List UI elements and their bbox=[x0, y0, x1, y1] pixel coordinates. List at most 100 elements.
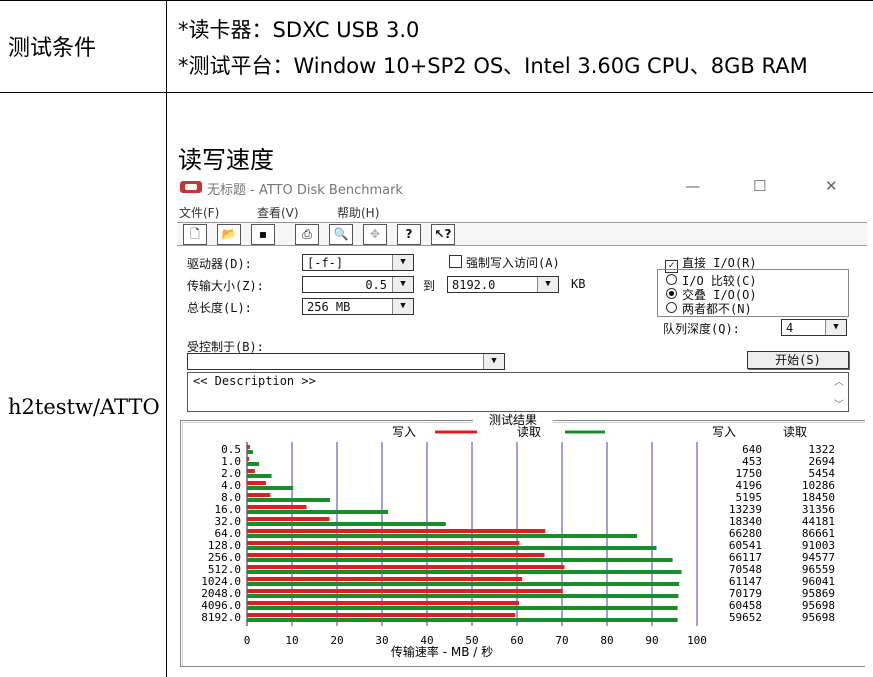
bar-write bbox=[247, 553, 545, 557]
bar-write bbox=[247, 541, 520, 545]
row-label-test-conditions: 测试条件 bbox=[8, 36, 97, 61]
table-row-divider bbox=[0, 92, 873, 93]
atto-window: 无标题 - ATTO Disk Benchmark — ☐ ✕ 文件(F) 查看… bbox=[177, 175, 867, 667]
move-icon[interactable]: ✥ bbox=[363, 224, 387, 245]
bar-read bbox=[247, 474, 272, 478]
radio-neither-label: 两者都不(N) bbox=[682, 302, 752, 316]
context-help-icon[interactable]: ↖? bbox=[431, 224, 455, 245]
open-icon[interactable]: 📂 bbox=[217, 224, 241, 245]
window-title: 无标题 - ATTO Disk Benchmark bbox=[207, 183, 403, 198]
print-icon[interactable]: ⎙ bbox=[295, 224, 319, 245]
start-button[interactable]: 开始(S) bbox=[747, 351, 849, 369]
x-tick-label: 80 bbox=[600, 634, 613, 647]
direct-io-label: 直接 I/O(R) bbox=[682, 256, 757, 270]
legend-read-label: 读取 bbox=[517, 425, 541, 439]
io-mode-group: I/O 比较(C) 交叠 I/O(O) 两者都不(N) bbox=[657, 269, 849, 317]
bar-read bbox=[247, 618, 678, 622]
drive-label: 驱动器(D): bbox=[187, 257, 252, 271]
transfer-to-value: 8192.0 bbox=[452, 278, 496, 292]
scroll-down-icon[interactable]: ﹀ bbox=[834, 396, 844, 411]
radio-io-compare-dot[interactable] bbox=[666, 274, 677, 285]
toolbar: 🗋 📂 ▪ ⎙ 🔍 ✥ ? ↖? bbox=[177, 222, 867, 246]
bar-read bbox=[247, 522, 446, 526]
transfer-from-select[interactable]: 0.5 ▼ bbox=[302, 276, 414, 293]
chevron-down-icon: ▼ bbox=[392, 299, 413, 314]
radio-overlapped-io-dot[interactable] bbox=[666, 288, 677, 299]
queue-depth-label: 队列深度(Q): bbox=[663, 322, 740, 336]
section-title: 读写速度 bbox=[178, 146, 274, 174]
transfer-from-value: 0.5 bbox=[365, 278, 387, 292]
kb-label: KB bbox=[571, 277, 586, 291]
bar-write bbox=[247, 469, 255, 473]
column-header-write: 写入 bbox=[712, 425, 736, 439]
menu-help[interactable]: 帮助(H) bbox=[337, 204, 379, 221]
x-tick-label: 30 bbox=[375, 634, 388, 647]
total-length-label: 总长度(L): bbox=[187, 301, 252, 315]
print-preview-icon[interactable]: 🔍 bbox=[329, 224, 353, 245]
bar-write bbox=[247, 577, 523, 581]
force-write-label: 强制写入访问(A) bbox=[466, 256, 560, 270]
queue-depth-select[interactable]: 4 ▼ bbox=[781, 319, 847, 336]
bar-write bbox=[247, 457, 250, 461]
bar-write bbox=[247, 613, 516, 617]
row-label-tools: h2testw/ATTO bbox=[8, 395, 160, 419]
value-write: 59652 bbox=[729, 611, 762, 624]
bar-write bbox=[247, 445, 250, 449]
bar-read bbox=[247, 534, 637, 538]
total-length-select[interactable]: 256 MB ▼ bbox=[302, 298, 414, 315]
drive-select[interactable]: [-f-] ▼ bbox=[302, 254, 414, 271]
force-write-box[interactable] bbox=[449, 255, 462, 268]
bar-read bbox=[247, 558, 673, 562]
drive-value: [-f-] bbox=[307, 256, 344, 270]
maximize-button[interactable]: ☐ bbox=[753, 177, 766, 195]
force-write-checkbox[interactable]: 强制写入访问(A) bbox=[449, 254, 560, 271]
value-read: 95698 bbox=[802, 611, 835, 624]
description-text: << Description >> bbox=[193, 374, 316, 388]
bar-write bbox=[247, 589, 563, 593]
bar-read bbox=[247, 582, 680, 586]
bar-write bbox=[247, 517, 330, 521]
to-label: 到 bbox=[423, 279, 436, 293]
new-icon[interactable]: 🗋 bbox=[183, 224, 207, 245]
chevron-down-icon: ▼ bbox=[392, 255, 413, 270]
x-tick-label: 90 bbox=[645, 634, 658, 647]
menu-file[interactable]: 文件(F) bbox=[179, 204, 219, 221]
help-icon[interactable]: ? bbox=[397, 224, 421, 245]
bar-write bbox=[247, 565, 565, 569]
scroll-up-icon[interactable]: ︿ bbox=[834, 373, 844, 388]
close-button[interactable]: ✕ bbox=[825, 177, 838, 195]
radio-neither[interactable]: 两者都不(N) bbox=[666, 300, 752, 317]
radio-neither-dot[interactable] bbox=[666, 302, 677, 313]
bar-read bbox=[247, 486, 294, 490]
chevron-down-icon: ▼ bbox=[825, 320, 846, 335]
minimize-button[interactable]: — bbox=[685, 177, 700, 195]
transfer-to-select[interactable]: 8192.0 ▼ bbox=[447, 276, 559, 293]
controlled-by-select[interactable]: ▼ bbox=[187, 353, 505, 370]
menu-view[interactable]: 查看(V) bbox=[257, 204, 299, 221]
bar-read bbox=[247, 498, 331, 502]
menu-bar: 文件(F) 查看(V) 帮助(H) bbox=[177, 202, 867, 222]
chevron-down-icon: ▼ bbox=[537, 277, 558, 292]
description-textarea[interactable]: << Description >> ︿ ﹀ bbox=[187, 372, 849, 412]
bar-write bbox=[247, 601, 520, 605]
save-icon[interactable]: ▪ bbox=[251, 224, 275, 245]
title-bar[interactable]: 无标题 - ATTO Disk Benchmark — ☐ ✕ bbox=[177, 175, 867, 201]
transfer-size-label: 传输大小(Z): bbox=[187, 279, 264, 293]
bar-write bbox=[247, 493, 271, 497]
chevron-down-icon: ▼ bbox=[483, 354, 504, 369]
bar-write bbox=[247, 529, 546, 533]
atto-app-icon bbox=[180, 181, 202, 193]
total-length-value: 256 MB bbox=[307, 300, 351, 314]
results-chart: 测试结果 写入 读取 写入 读取0 10 20 30 40 50 60 70 80 90 100传输速率 … bbox=[201, 412, 835, 659]
bar-read bbox=[247, 606, 678, 610]
spec-test-platform: *测试平台：Window 10+SP2 OS、Intel 3.60G CPU、8… bbox=[178, 54, 808, 78]
column-header-read: 读取 bbox=[783, 425, 807, 439]
x-tick-label: 60 bbox=[510, 634, 523, 647]
bar-read bbox=[247, 450, 253, 454]
x-tick-label: 100 bbox=[687, 634, 707, 647]
queue-depth-value: 4 bbox=[786, 321, 794, 335]
x-tick-label: 70 bbox=[555, 634, 568, 647]
x-axis-label: 传输速率 - MB / 秒 bbox=[391, 644, 493, 659]
bar-read bbox=[247, 510, 389, 514]
table-column-divider bbox=[166, 0, 167, 677]
